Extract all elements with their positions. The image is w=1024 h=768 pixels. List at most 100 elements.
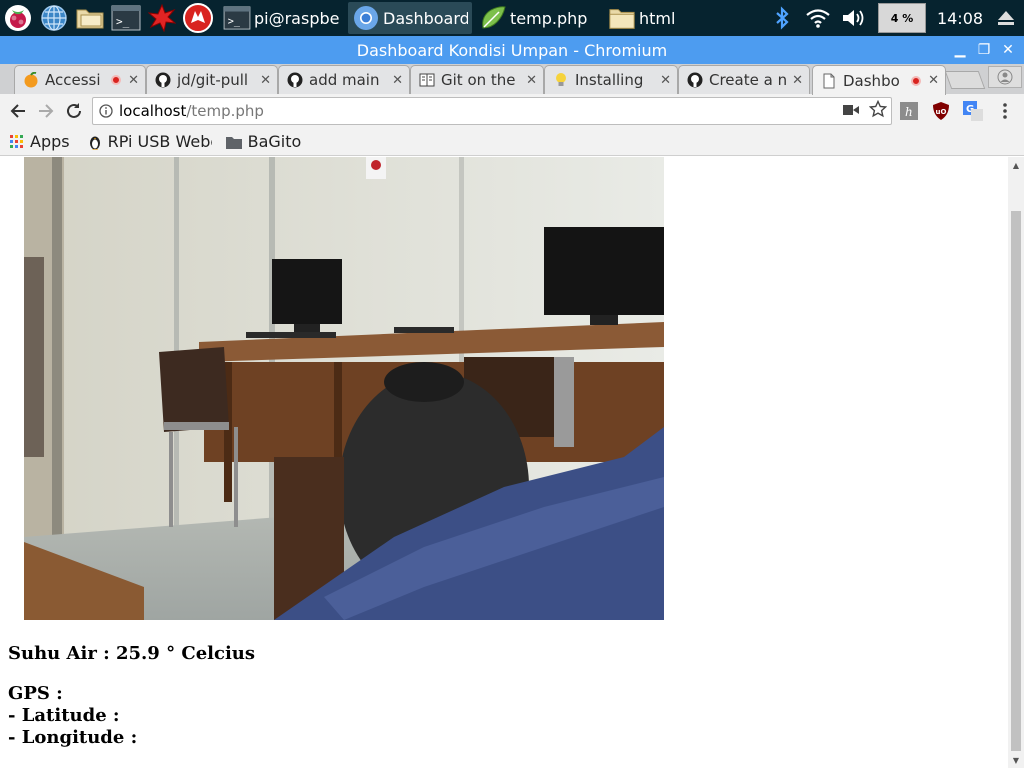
minimize-icon[interactable]: ▁ bbox=[948, 38, 972, 62]
bulb-icon bbox=[553, 72, 569, 88]
recording-indicator-icon bbox=[111, 75, 122, 85]
svg-text:>_: >_ bbox=[228, 16, 241, 27]
svg-text:uO: uO bbox=[936, 108, 947, 116]
tab-title: Dashbo bbox=[843, 71, 900, 90]
back-icon[interactable] bbox=[4, 97, 32, 125]
tab-create-a-n[interactable]: Create a n ✕ bbox=[678, 65, 810, 94]
system-tray: 4 % 14:08 bbox=[764, 0, 1024, 36]
bookmark-label: Apps bbox=[30, 132, 70, 151]
web-browser-icon[interactable] bbox=[36, 0, 72, 36]
raspberry-menu-icon[interactable] bbox=[0, 0, 36, 36]
clock[interactable]: 14:08 bbox=[932, 0, 988, 36]
restore-icon[interactable]: ❐ bbox=[972, 38, 996, 62]
page-icon bbox=[821, 73, 837, 89]
text-editor-icon bbox=[479, 4, 507, 32]
bookmark-apps[interactable]: Apps bbox=[10, 132, 70, 151]
file-manager-icon[interactable] bbox=[72, 0, 108, 36]
svg-text:>_: >_ bbox=[116, 15, 130, 28]
h-extension-icon[interactable]: h bbox=[898, 100, 920, 122]
forward-icon[interactable] bbox=[32, 97, 60, 125]
bookmark-rpi-usb-webcam[interactable]: RPi USB Webca bbox=[88, 132, 212, 151]
bookmark-bagito[interactable]: BaGito bbox=[225, 132, 302, 151]
tab-git-on-the[interactable]: Git on the ✕ bbox=[410, 65, 544, 94]
tab-close-icon[interactable]: ✕ bbox=[260, 73, 271, 88]
apps-grid-icon bbox=[10, 134, 24, 149]
linux-penguin-icon bbox=[88, 134, 102, 150]
tab-close-icon[interactable]: ✕ bbox=[526, 73, 537, 88]
tab-title: Create a n bbox=[709, 71, 788, 89]
task-label: temp.php bbox=[510, 8, 588, 28]
bookmark-star-icon[interactable] bbox=[868, 99, 888, 122]
taskbar: >_ >_ pi@raspbe… Dashboard… temp.php htm… bbox=[0, 0, 1024, 36]
tab-title: Accessi bbox=[45, 71, 101, 89]
vertical-scrollbar[interactable]: ▲ ▼ bbox=[1008, 157, 1024, 768]
tab-close-icon[interactable]: ✕ bbox=[792, 73, 803, 88]
window-controls: ▁ ❐ ✕ bbox=[948, 36, 1020, 64]
address-bar[interactable]: localhost/temp.php bbox=[92, 97, 892, 125]
longitude-reading: - Longitude : bbox=[8, 727, 138, 748]
tab-title: jd/git-pull bbox=[177, 71, 249, 89]
extensions-area: h uO G bbox=[898, 94, 1016, 128]
window-titlebar[interactable]: Dashboard Kondisi Umpan - Chromium ▁ ❐ ✕ bbox=[0, 36, 1024, 64]
tab-jd-git-pull[interactable]: jd/git-pull ✕ bbox=[146, 65, 278, 94]
site-info-icon[interactable] bbox=[93, 104, 119, 118]
task-text-editor[interactable]: temp.php bbox=[475, 2, 601, 34]
bookmarks-bar: Apps RPi USB Webca BaGito bbox=[0, 128, 1024, 156]
tab-close-icon[interactable]: ✕ bbox=[928, 73, 939, 88]
webcam-feed-image bbox=[24, 157, 664, 620]
translate-icon[interactable]: G bbox=[962, 100, 984, 122]
task-chromium[interactable]: Dashboard… bbox=[348, 2, 472, 34]
wolfram-icon[interactable] bbox=[180, 0, 216, 36]
folder-icon bbox=[608, 4, 636, 32]
bookmark-label: BaGito bbox=[247, 132, 302, 151]
profile-icon[interactable] bbox=[988, 66, 1022, 88]
url-host: localhost bbox=[119, 102, 187, 120]
gps-heading: GPS : bbox=[8, 683, 63, 704]
folder-icon bbox=[225, 135, 242, 149]
bluetooth-icon[interactable] bbox=[764, 0, 800, 36]
ublock-icon[interactable]: uO bbox=[930, 100, 952, 122]
temperature-reading: Suhu Air : 25.9 ° Celcius bbox=[8, 643, 255, 664]
tab-title: Installing bbox=[575, 71, 644, 89]
eject-icon[interactable] bbox=[988, 0, 1024, 36]
task-terminal[interactable]: >_ pi@raspbe… bbox=[219, 2, 345, 34]
tab-title: add main bbox=[309, 71, 380, 89]
window-title: Dashboard Kondisi Umpan - Chromium bbox=[356, 40, 668, 60]
cpu-monitor[interactable]: 4 % bbox=[878, 3, 926, 33]
tab-installing[interactable]: Installing ✕ bbox=[544, 65, 678, 94]
github-icon bbox=[287, 72, 303, 88]
task-file-manager[interactable]: html bbox=[604, 2, 730, 34]
task-label: html bbox=[639, 8, 676, 28]
tab-close-icon[interactable]: ✕ bbox=[660, 73, 671, 88]
tab-close-icon[interactable]: ✕ bbox=[392, 73, 403, 88]
chromium-icon bbox=[352, 4, 380, 32]
volume-icon[interactable] bbox=[836, 0, 872, 36]
task-label: pi@raspbe… bbox=[254, 8, 341, 28]
camera-in-use-icon[interactable] bbox=[843, 102, 859, 120]
svg-text:h: h bbox=[905, 105, 913, 119]
wifi-icon[interactable] bbox=[800, 0, 836, 36]
scroll-up-arrow-icon[interactable]: ▲ bbox=[1008, 157, 1024, 173]
bookmark-label: RPi USB Webca bbox=[107, 132, 212, 151]
task-label: Dashboard… bbox=[383, 8, 468, 28]
scroll-down-arrow-icon[interactable]: ▼ bbox=[1008, 752, 1024, 768]
url-path: /temp.php bbox=[186, 102, 264, 120]
menu-kebab-icon[interactable] bbox=[994, 100, 1016, 122]
scrollbar-thumb[interactable] bbox=[1011, 211, 1021, 751]
math-kernel-icon[interactable] bbox=[144, 0, 180, 36]
latitude-reading: - Latitude : bbox=[8, 705, 120, 726]
reload-icon[interactable] bbox=[60, 97, 88, 125]
tab-close-icon[interactable]: ✕ bbox=[128, 73, 139, 88]
github-icon bbox=[155, 72, 171, 88]
tab-dashboard[interactable]: Dashbo ✕ bbox=[812, 65, 946, 95]
tab-title: Git on the bbox=[441, 71, 516, 89]
address-bar-actions bbox=[843, 98, 888, 124]
close-icon[interactable]: ✕ bbox=[996, 38, 1020, 62]
terminal-icon[interactable]: >_ bbox=[108, 0, 144, 36]
orange-icon bbox=[23, 72, 39, 88]
book-icon bbox=[419, 72, 435, 88]
tab-accessi[interactable]: Accessi ✕ bbox=[14, 65, 146, 94]
new-tab-button[interactable] bbox=[944, 71, 986, 89]
tab-add-main[interactable]: add main ✕ bbox=[278, 65, 410, 94]
tab-strip: Accessi ✕ jd/git-pull ✕ add main ✕ Git o… bbox=[0, 64, 1024, 95]
